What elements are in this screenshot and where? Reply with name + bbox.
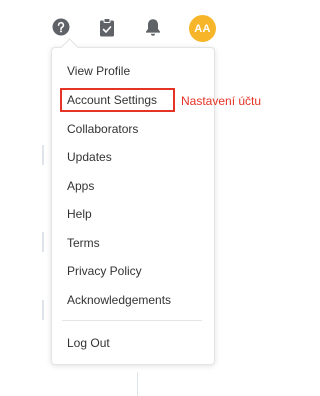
background-divider bbox=[137, 372, 138, 396]
menu-divider bbox=[62, 320, 202, 321]
menu-item-view-profile[interactable]: View Profile bbox=[67, 64, 130, 78]
help-icon[interactable] bbox=[50, 16, 72, 38]
menu-item-help[interactable]: Help bbox=[67, 207, 92, 221]
menu-item-log-out[interactable]: Log Out bbox=[67, 336, 110, 350]
background-divider bbox=[42, 145, 44, 165]
menu-item-apps[interactable]: Apps bbox=[67, 179, 94, 193]
annotation-label: Nastavení účtu bbox=[181, 94, 262, 108]
menu-item-acknowledgements[interactable]: Acknowledgements bbox=[67, 293, 171, 307]
clipboard-check-icon[interactable] bbox=[96, 16, 118, 38]
menu-item-collaborators[interactable]: Collaborators bbox=[67, 122, 138, 136]
top-bar: AA bbox=[0, 0, 292, 46]
avatar[interactable]: AA bbox=[189, 15, 216, 42]
menu-item-privacy-policy[interactable]: Privacy Policy bbox=[67, 264, 142, 278]
background-divider bbox=[42, 300, 44, 320]
annotation-highlight-box bbox=[60, 88, 175, 112]
menu-item-updates[interactable]: Updates bbox=[67, 150, 112, 164]
menu-item-terms[interactable]: Terms bbox=[67, 236, 100, 250]
background-divider bbox=[42, 232, 44, 252]
bell-icon[interactable] bbox=[142, 16, 164, 38]
